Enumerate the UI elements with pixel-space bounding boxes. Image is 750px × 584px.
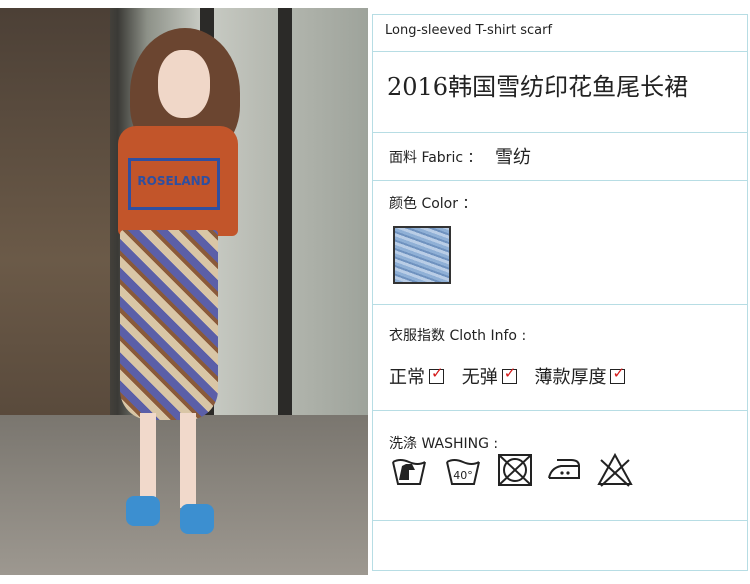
checkbox-checked-icon bbox=[429, 364, 444, 384]
checkbox-checked-icon bbox=[610, 364, 626, 384]
model-shoe bbox=[126, 496, 160, 526]
iron-low-icon bbox=[548, 459, 580, 479]
washing-label: 洗涤 WASHING : bbox=[389, 436, 499, 452]
photo-wall bbox=[0, 8, 110, 428]
fabric-value: 雪纺 bbox=[495, 147, 531, 168]
divider bbox=[373, 51, 747, 52]
product-subtitle: Long-sleeved T-shirt scarf bbox=[385, 23, 553, 38]
color-label: 颜色 Color ： bbox=[389, 196, 477, 212]
model-leg bbox=[180, 413, 196, 508]
cloth-info-section: 衣服指数 Cloth Info : 正常 无弹 薄款厚度 bbox=[373, 305, 747, 411]
cloth-info-item: 无弹 bbox=[462, 364, 517, 388]
wash-40-icon: 40° bbox=[446, 459, 480, 485]
checkbox-checked-icon bbox=[501, 364, 517, 384]
cloth-info-item: 薄款厚度 bbox=[534, 364, 626, 388]
color-swatch[interactable] bbox=[393, 226, 451, 284]
product-photo: ROSELAND bbox=[0, 8, 368, 575]
wash-temp-label: 40° bbox=[453, 469, 473, 482]
model-leg bbox=[140, 413, 156, 508]
tshirt-print: ROSELAND bbox=[128, 158, 220, 210]
product-title: 2016韩国雪纺印花鱼尾长裙 bbox=[387, 73, 689, 101]
do-not-bleach-icon bbox=[597, 452, 633, 487]
do-not-tumble-dry-icon bbox=[498, 454, 532, 486]
title-section: Long-sleeved T-shirt scarf 2016韩国雪纺印花鱼尾长… bbox=[373, 15, 747, 133]
model-face bbox=[158, 50, 210, 118]
cloth-info-list: 正常 无弹 薄款厚度 bbox=[389, 363, 626, 389]
fabric-label: 面料 Fabric ： bbox=[389, 150, 482, 166]
cloth-info-item: 正常 bbox=[389, 364, 444, 388]
cloth-info-label: 衣服指数 Cloth Info : bbox=[389, 328, 527, 344]
hand-wash-icon bbox=[392, 459, 426, 485]
fabric-section: 面料 Fabric ： 雪纺 bbox=[373, 133, 747, 181]
model-skirt bbox=[120, 230, 218, 420]
model-shoe bbox=[180, 504, 214, 534]
